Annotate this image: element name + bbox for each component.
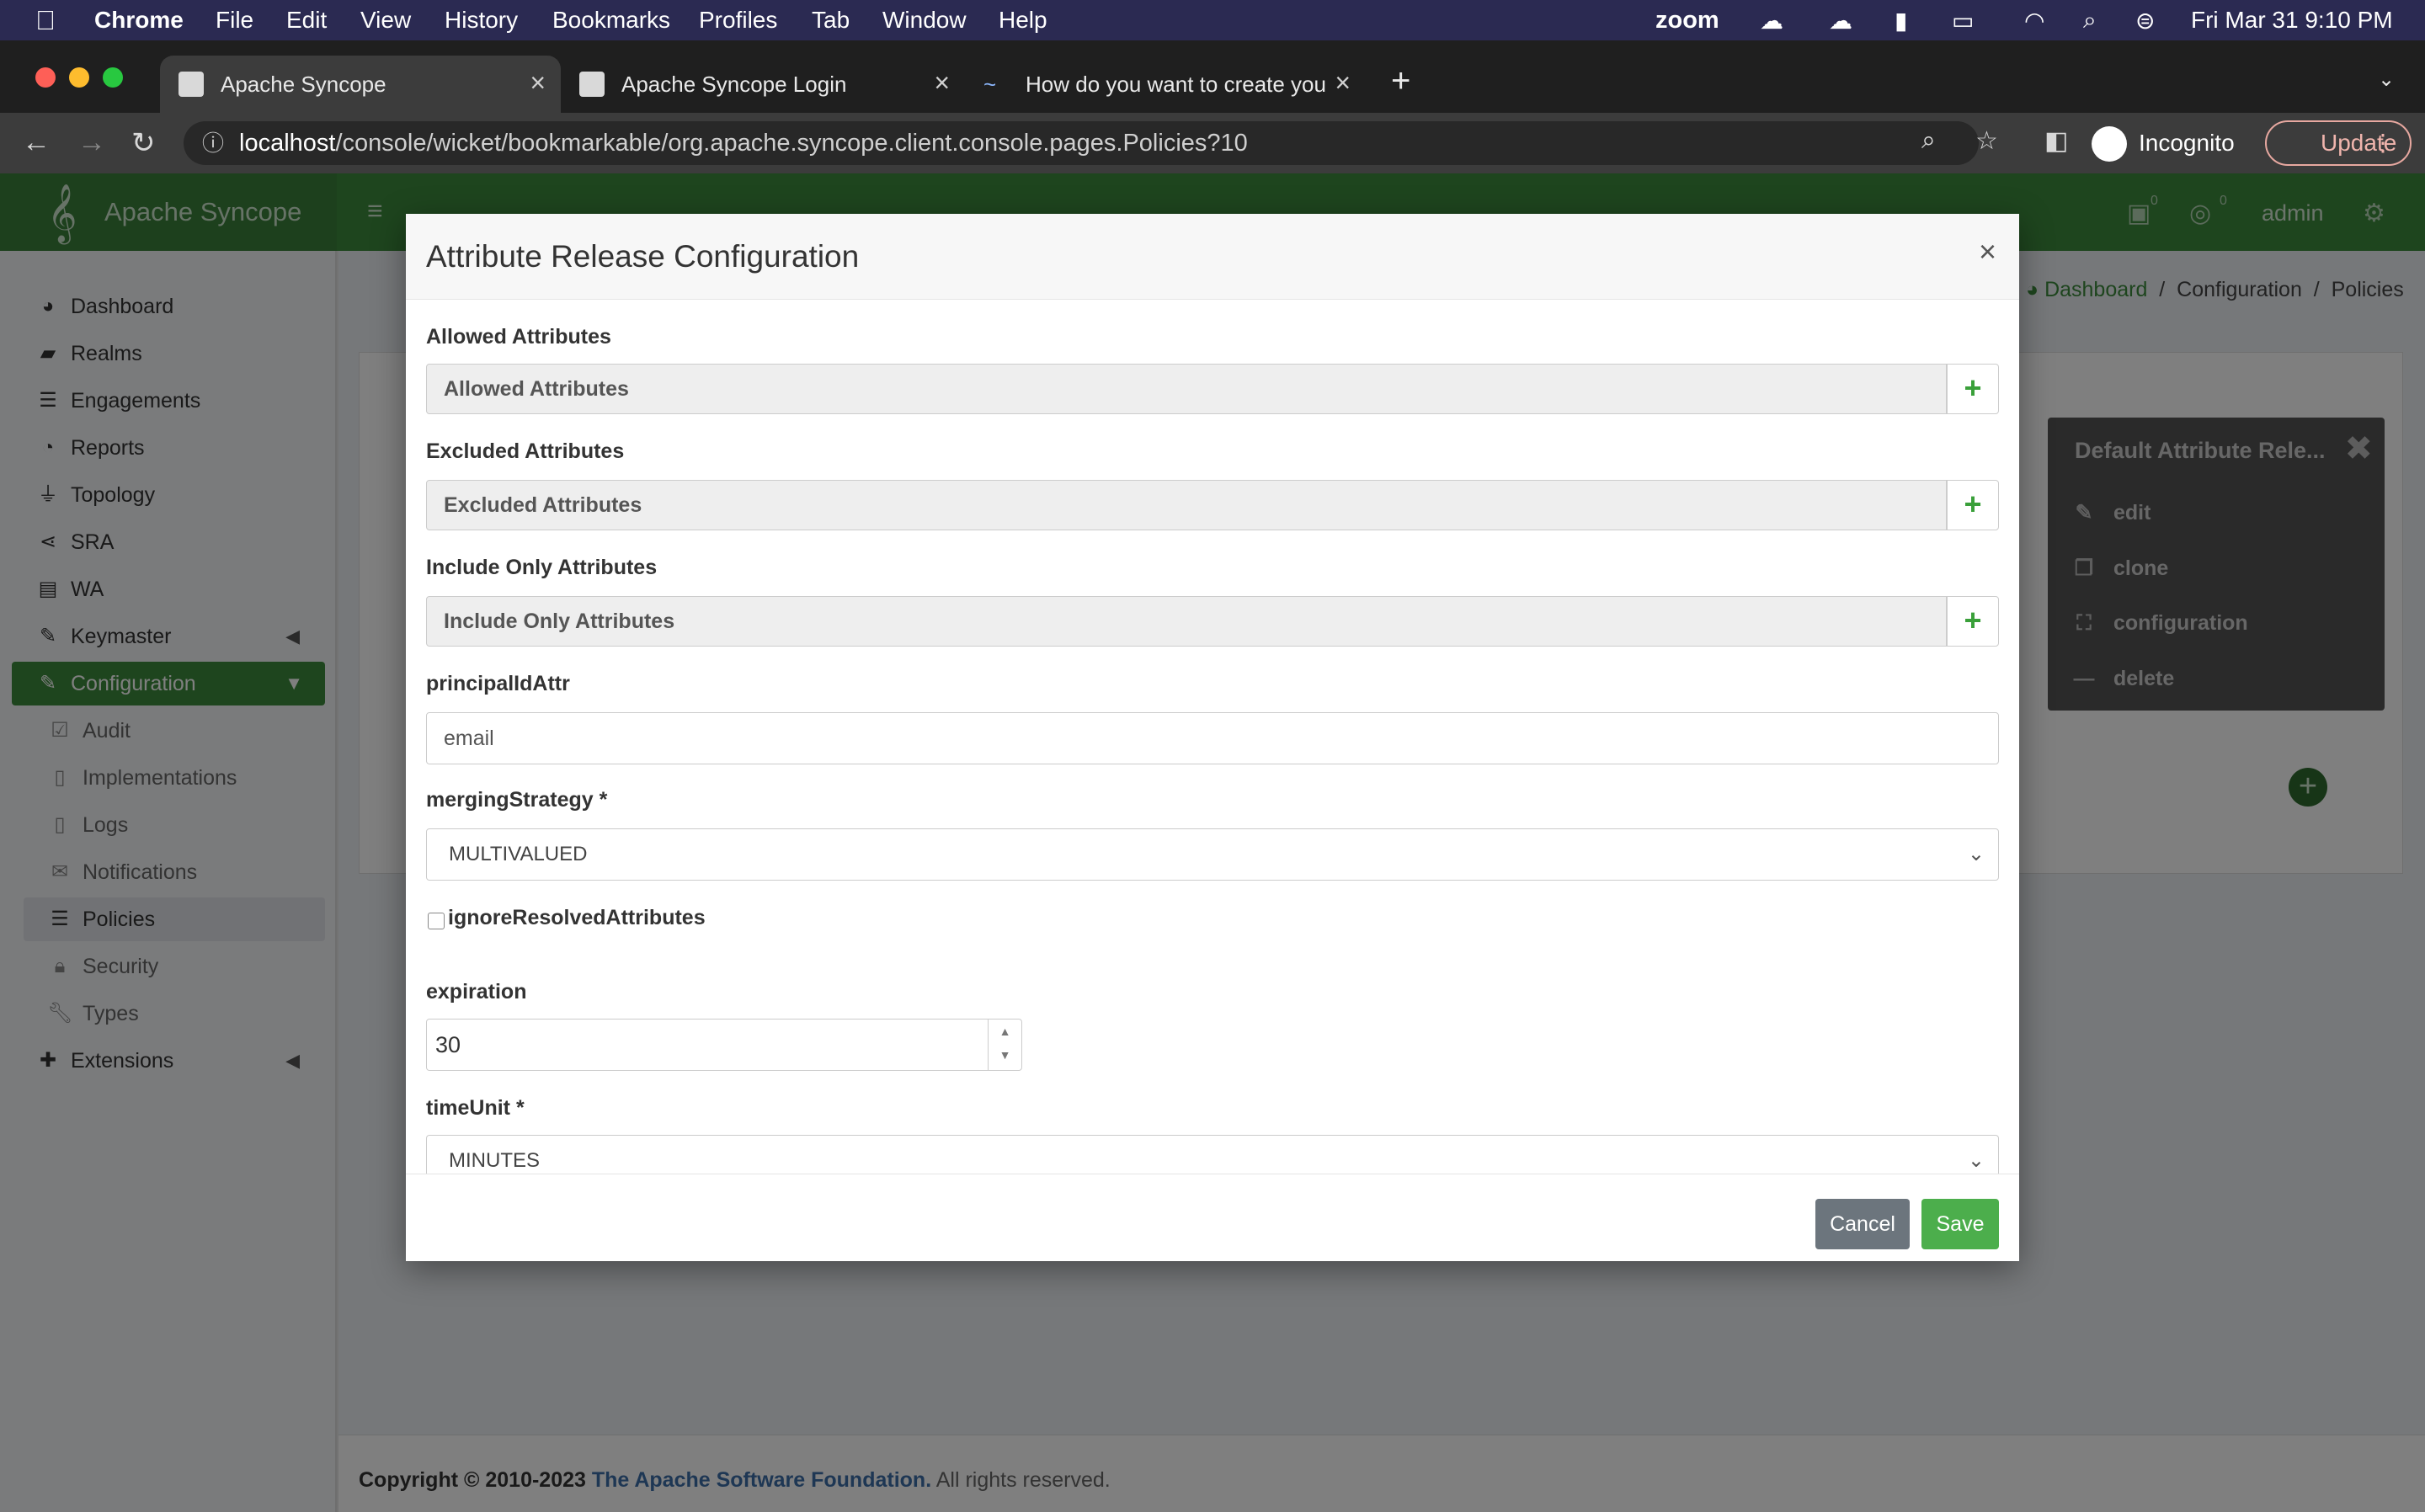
ignore-resolved-attributes-checkbox[interactable] xyxy=(428,913,445,929)
merging-strategy-label: mergingStrategy * xyxy=(426,788,608,812)
incognito-label: Incognito xyxy=(2139,130,2235,156)
menu-edit[interactable]: Edit xyxy=(286,7,327,34)
tab-apache-syncope[interactable]: Apache Syncope × xyxy=(160,56,561,113)
add-allowed-attribute-button[interactable]: + xyxy=(1947,364,1999,414)
merging-strategy-value: MULTIVALUED xyxy=(449,843,588,865)
time-unit-select[interactable]: MINUTES ⌄ xyxy=(426,1135,1999,1174)
forward-arrow-icon[interactable]: → xyxy=(77,126,106,159)
tab-how-do-you-want[interactable]: ~ How do you want to create you × xyxy=(965,56,1366,113)
window-close-icon[interactable] xyxy=(35,67,56,88)
back-arrow-icon[interactable]: ← xyxy=(22,126,51,159)
syncope-favicon-icon xyxy=(179,72,204,97)
tab-close-icon[interactable]: × xyxy=(934,67,950,98)
time-unit-value: MINUTES xyxy=(449,1149,540,1172)
zoom-status-icon[interactable]: zoom xyxy=(1655,7,1719,35)
window-minimize-icon[interactable] xyxy=(69,67,89,88)
allowed-attributes-label: Allowed Attributes xyxy=(426,325,611,349)
audio-bars-icon[interactable]: ▮ xyxy=(1895,7,1907,35)
tab-close-icon[interactable]: × xyxy=(1335,67,1351,98)
expiration-value: 30 xyxy=(435,1032,461,1057)
incognito-profile[interactable]: Incognito xyxy=(2092,121,2235,165)
modal-footer xyxy=(406,1174,2019,1261)
menu-file[interactable]: File xyxy=(216,7,253,34)
tab-search-chevron-icon[interactable]: ⌄ xyxy=(2378,67,2395,92)
update-button[interactable]: Update ⋮ xyxy=(2265,120,2412,166)
modal-title: Attribute Release Configuration xyxy=(426,239,860,274)
expiration-number-input[interactable]: 30 ▲ ▼ xyxy=(426,1019,1022,1071)
tab-apache-syncope-login[interactable]: Apache Syncope Login × xyxy=(561,56,965,113)
include-only-attributes-label: Include Only Attributes xyxy=(426,556,658,579)
url-path: /console/wicket/bookmarkable/org.apache.… xyxy=(335,130,1248,157)
reload-icon[interactable]: ↻ xyxy=(131,126,156,160)
menu-app-name[interactable]: Chrome xyxy=(94,7,184,34)
clock-datetime[interactable]: Fri Mar 31 9:10 PM xyxy=(2191,7,2393,34)
allowed-attributes-field[interactable]: Allowed Attributes xyxy=(426,364,1947,414)
wifi-icon[interactable]: ◠ xyxy=(2024,7,2044,35)
merging-strategy-select[interactable]: MULTIVALUED ⌄ xyxy=(426,828,1999,881)
expiration-spinner[interactable]: ▲ ▼ xyxy=(988,1020,1021,1070)
zoom-magnifier-icon[interactable]: ⌕ xyxy=(1921,126,1936,155)
excluded-attributes-field[interactable]: Excluded Attributes xyxy=(426,480,1947,530)
site-info-icon[interactable]: ⓘ xyxy=(202,121,224,165)
add-excluded-attribute-button[interactable]: + xyxy=(1947,480,1999,530)
time-unit-label: timeUnit * xyxy=(426,1096,525,1120)
macos-menu-bar:  Chrome File Edit View History Bookmark… xyxy=(0,0,2425,40)
menu-profiles[interactable]: Profiles xyxy=(699,7,777,34)
battery-icon[interactable]: ▭ xyxy=(1952,7,1974,35)
excluded-attributes-label: Excluded Attributes xyxy=(426,439,625,463)
loading-favicon-icon: ~ xyxy=(983,72,997,97)
apple-icon[interactable]:  xyxy=(35,5,56,36)
search-icon[interactable]: ⌕ xyxy=(2083,7,2097,35)
window-maximize-icon[interactable] xyxy=(103,67,123,88)
tab-title: How do you want to create you xyxy=(1026,71,1326,97)
tab-close-icon[interactable]: × xyxy=(530,67,546,98)
side-panel-icon[interactable]: ◧ xyxy=(2044,126,2068,156)
menu-view[interactable]: View xyxy=(360,7,411,34)
incognito-icon xyxy=(2092,126,2127,162)
expiration-label: expiration xyxy=(426,980,527,1004)
save-button[interactable]: Save xyxy=(1921,1199,1999,1249)
menu-history[interactable]: History xyxy=(445,7,518,34)
ignore-resolved-attributes-label: ignoreResolvedAttributes xyxy=(448,906,706,929)
menu-bookmarks[interactable]: Bookmarks xyxy=(552,7,670,34)
cloud-upload-icon[interactable]: ☁ xyxy=(1760,7,1783,35)
chevron-down-icon: ⌄ xyxy=(1967,843,1985,865)
spin-down-icon[interactable]: ▼ xyxy=(989,1043,1021,1067)
attribute-release-modal: Attribute Release Configuration × Allowe… xyxy=(406,214,2019,1261)
menu-tab[interactable]: Tab xyxy=(812,7,850,34)
creative-cloud-icon[interactable]: ☁ xyxy=(1829,7,1852,35)
menu-help[interactable]: Help xyxy=(999,7,1047,34)
more-menu-icon[interactable]: ⋮ xyxy=(2371,122,2395,164)
url-host: localhost xyxy=(239,130,336,157)
address-bar[interactable]: ⓘ localhost/console/wicket/bookmarkable/… xyxy=(184,121,1979,165)
spin-up-icon[interactable]: ▲ xyxy=(989,1020,1021,1043)
menu-window[interactable]: Window xyxy=(882,7,967,34)
tab-title: Apache Syncope xyxy=(221,71,386,97)
syncope-favicon-icon xyxy=(579,72,605,97)
include-only-attributes-field[interactable]: Include Only Attributes xyxy=(426,596,1947,647)
bookmark-star-icon[interactable]: ☆ xyxy=(1975,126,1998,156)
new-tab-plus-icon[interactable]: + xyxy=(1391,62,1410,100)
modal-close-button[interactable]: × xyxy=(1979,234,1996,269)
tab-title: Apache Syncope Login xyxy=(621,71,847,97)
cancel-button[interactable]: Cancel xyxy=(1815,1199,1910,1249)
principal-id-attr-input[interactable]: email xyxy=(426,712,1999,764)
chevron-down-icon: ⌄ xyxy=(1967,1149,1985,1172)
principal-id-attr-label: principalIdAttr xyxy=(426,672,570,695)
add-include-only-attribute-button[interactable]: + xyxy=(1947,596,1999,647)
control-center-icon[interactable]: ⊜ xyxy=(2135,7,2155,35)
